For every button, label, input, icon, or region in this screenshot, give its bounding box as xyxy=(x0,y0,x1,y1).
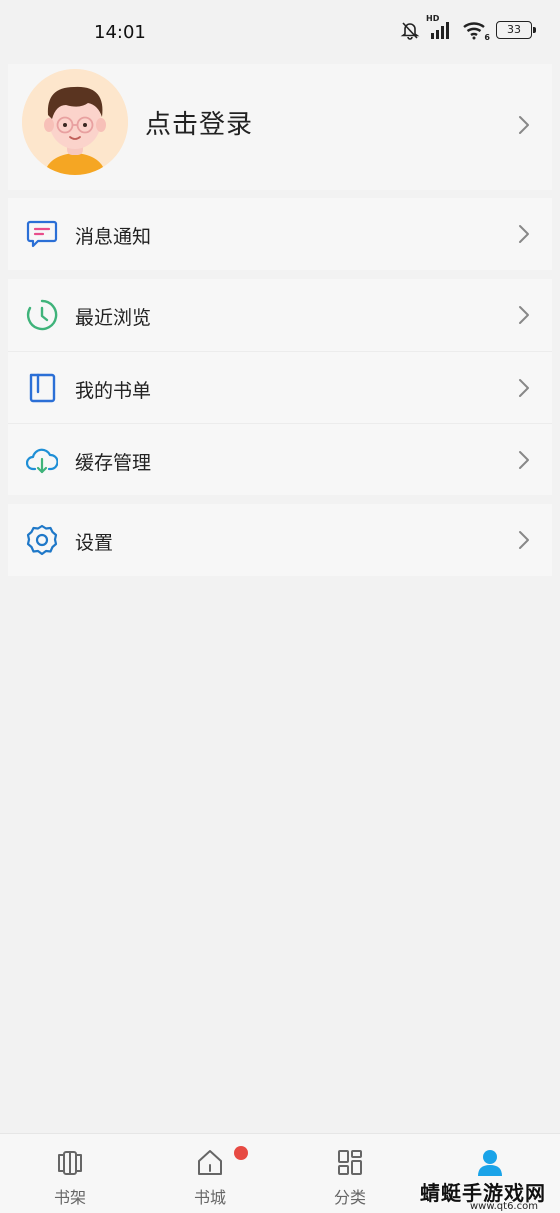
login-label[interactable]: 点击登录 xyxy=(145,104,253,141)
avatar[interactable] xyxy=(22,69,128,175)
mute-bell-icon xyxy=(400,20,420,40)
battery-icon: 33 xyxy=(496,21,536,39)
chevron-right-icon xyxy=(519,451,529,469)
chevron-right-icon xyxy=(519,306,529,324)
book-icon xyxy=(29,373,56,403)
chevron-right-icon xyxy=(519,531,529,549)
menu-group-library: 最近浏览 我的书单 缓存管理 xyxy=(8,279,552,495)
status-time: 14:01 xyxy=(94,22,146,43)
message-icon xyxy=(26,220,58,248)
tab-label: 书城 xyxy=(193,1188,226,1207)
user-icon xyxy=(478,1150,502,1176)
tab-bookstore[interactable]: 书城 xyxy=(140,1134,280,1213)
chevron-right-icon xyxy=(519,225,529,243)
profile-login-card[interactable]: 点击登录 xyxy=(8,64,552,190)
tab-label: 分类 xyxy=(333,1188,366,1207)
cloud-download-icon xyxy=(26,448,58,474)
cartoon-boy-avatar-icon xyxy=(22,69,128,175)
menu-item-recent[interactable]: 最近浏览 xyxy=(8,279,552,351)
clock-icon xyxy=(26,299,58,331)
profile-page: 14:01 HD 6 33 点击登录 消息通知 最近浏览 我的书单 缓存管理 设… xyxy=(0,0,560,1213)
menu-item-label: 缓存管理 xyxy=(75,452,152,474)
menu-group-notifications: 消息通知 xyxy=(8,198,552,270)
tab-category[interactable]: 分类 xyxy=(280,1134,420,1213)
status-bar: 14:01 HD 6 33 xyxy=(0,0,560,64)
tab-bookshelf[interactable]: 书架 xyxy=(0,1134,140,1213)
notification-badge xyxy=(234,1146,248,1160)
signal-icon: HD xyxy=(426,14,454,40)
watermark-url: www.qt6.com xyxy=(470,1201,538,1212)
menu-item-label: 设置 xyxy=(75,532,114,554)
menu-item-booklist[interactable]: 我的书单 xyxy=(8,351,552,423)
menu-item-settings[interactable]: 设置 xyxy=(8,504,552,576)
menu-item-cache[interactable]: 缓存管理 xyxy=(8,423,552,495)
network-type-label: HD xyxy=(426,14,440,23)
grid-icon xyxy=(338,1150,362,1175)
wifi-icon: 6 xyxy=(462,20,490,42)
menu-item-label: 消息通知 xyxy=(75,226,152,248)
chevron-right-icon xyxy=(519,116,529,134)
tab-label: 书架 xyxy=(53,1188,86,1207)
home-icon xyxy=(198,1150,222,1175)
gear-icon xyxy=(26,524,58,556)
menu-item-notifications[interactable]: 消息通知 xyxy=(8,198,552,270)
menu-item-label: 最近浏览 xyxy=(75,307,152,329)
menu-group-settings: 设置 xyxy=(8,504,552,576)
chevron-right-icon xyxy=(519,379,529,397)
status-icons: HD 6 33 xyxy=(400,14,536,42)
menu-item-label: 我的书单 xyxy=(75,380,152,402)
wifi-sub-label: 6 xyxy=(484,33,490,42)
bookshelf-icon xyxy=(58,1151,82,1175)
